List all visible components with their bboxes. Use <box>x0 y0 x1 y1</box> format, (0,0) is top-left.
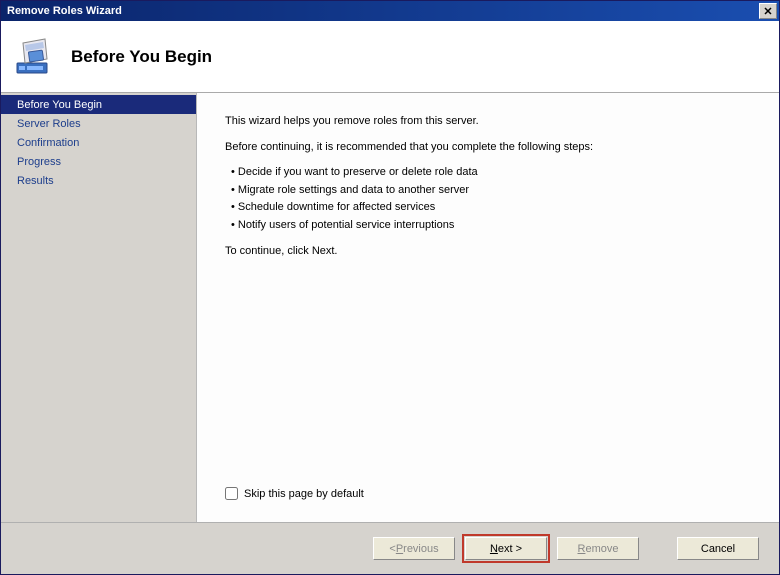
previous-button: < Previous <box>373 537 455 560</box>
remove-button: Remove <box>557 537 639 560</box>
server-icon <box>13 33 55 81</box>
sidebar-item-server-roles[interactable]: Server Roles <box>1 114 196 133</box>
sidebar-item-label: Progress <box>17 156 61 168</box>
window-title: Remove Roles Wizard <box>7 5 122 17</box>
wizard-header: Before You Begin <box>1 21 779 93</box>
close-button[interactable]: ✕ <box>759 3 777 19</box>
footer: < Previous Next > Remove Cancel <box>1 522 779 574</box>
list-item: Migrate role settings and data to anothe… <box>231 182 751 200</box>
wizard-body: Before You Begin Server Roles Confirmati… <box>1 93 779 522</box>
sidebar-item-progress[interactable]: Progress <box>1 152 196 171</box>
continue-text: To continue, click Next. <box>225 243 751 261</box>
intro-text: This wizard helps you remove roles from … <box>225 113 751 131</box>
skip-checkbox[interactable] <box>225 487 238 500</box>
sidebar-item-confirmation[interactable]: Confirmation <box>1 133 196 152</box>
list-item: Decide if you want to preserve or delete… <box>231 164 751 182</box>
list-item: Schedule downtime for affected services <box>231 199 751 217</box>
cancel-button[interactable]: Cancel <box>677 537 759 560</box>
sidebar-item-results[interactable]: Results <box>1 171 196 190</box>
sidebar-item-label: Confirmation <box>17 137 79 149</box>
next-button[interactable]: Next > <box>465 537 547 560</box>
list-item: Notify users of potential service interr… <box>231 217 751 235</box>
content-panel: This wizard helps you remove roles from … <box>196 93 779 522</box>
wizard-window: Remove Roles Wizard ✕ Before You Begin B… <box>0 0 780 575</box>
sidebar-item-label: Results <box>17 175 54 187</box>
sidebar-item-before-you-begin[interactable]: Before You Begin <box>1 95 196 114</box>
recommend-text: Before continuing, it is recommended tha… <box>225 139 751 157</box>
bullet-list: Decide if you want to preserve or delete… <box>231 164 751 234</box>
sidebar: Before You Begin Server Roles Confirmati… <box>1 93 196 522</box>
skip-row: Skip this page by default <box>225 479 751 510</box>
titlebar: Remove Roles Wizard ✕ <box>1 1 779 21</box>
page-title: Before You Begin <box>71 47 212 67</box>
content-text: This wizard helps you remove roles from … <box>225 113 751 479</box>
sidebar-item-label: Before You Begin <box>17 99 102 111</box>
sidebar-item-label: Server Roles <box>17 118 81 130</box>
skip-label[interactable]: Skip this page by default <box>244 488 364 500</box>
